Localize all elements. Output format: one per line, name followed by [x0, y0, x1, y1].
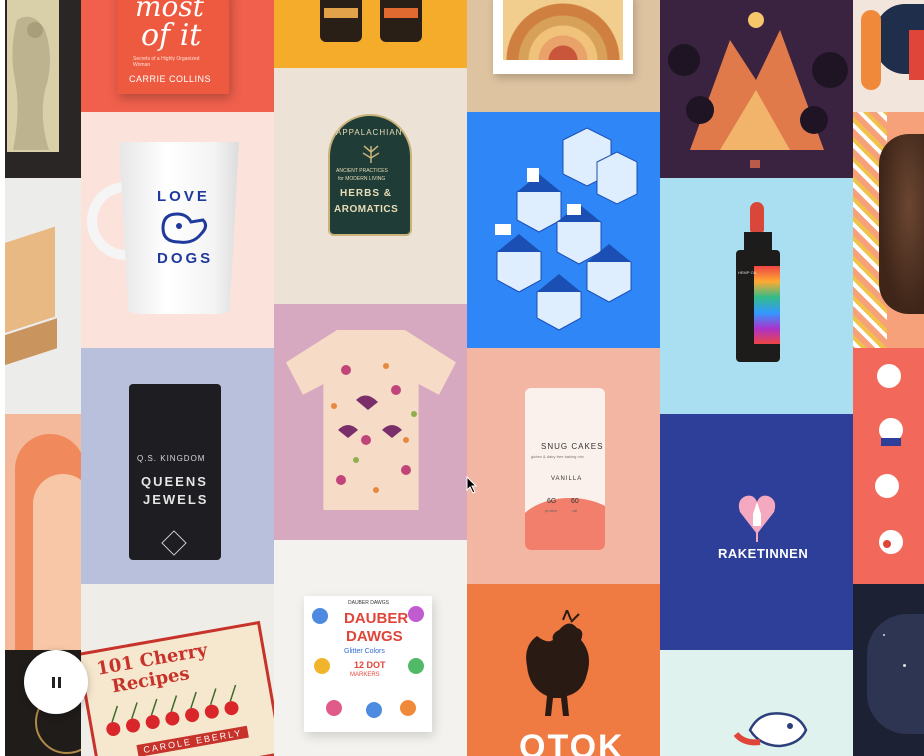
night-landscape-tile[interactable]	[660, 0, 853, 178]
gallery-column-1	[5, 0, 81, 756]
pouch-flavor: VANILLA	[551, 476, 583, 482]
mug-text-line2: DOGS	[157, 250, 214, 267]
pouch-stat1-label: protein	[545, 508, 558, 513]
heart-rocket-icon	[738, 495, 776, 542]
otok-tile[interactable]: OTOK	[467, 584, 660, 756]
pause-icon	[51, 676, 61, 688]
raketinnen-tile[interactable]: RAKETINNEN	[660, 414, 853, 650]
image-icon	[567, 204, 581, 215]
box-packaging-tile[interactable]	[5, 178, 81, 414]
framed-art	[493, 0, 633, 74]
book-author: CARRIE COLLINS	[129, 74, 212, 84]
mug-tile[interactable]: LOVE DOGS	[81, 112, 274, 348]
otok-name: OTOK	[519, 728, 625, 756]
badge-main-line1: HERBS &	[340, 188, 393, 199]
coffee-line2: JEWELS	[143, 492, 209, 507]
angel-statue-tile[interactable]	[5, 0, 81, 178]
gallery-column-6	[853, 0, 924, 756]
peach-arch-tile[interactable]	[5, 414, 81, 650]
book-subtitle: Secrets of a Highly Organized Woman	[133, 56, 200, 68]
crayons-box: DAUBER DAWGS DAUBER DAWGS Glitter Colors…	[304, 596, 432, 732]
dog-face-icon	[161, 212, 208, 244]
floral-tshirt-tile[interactable]	[274, 304, 467, 540]
angel-statue-image	[12, 16, 50, 150]
flying-dog-icon	[733, 712, 808, 748]
coffee-line1: QUEENS	[141, 474, 208, 489]
dog-mascot-tile[interactable]	[660, 650, 853, 756]
doodle-dogs	[312, 606, 424, 718]
mouse-cursor-icon	[466, 476, 478, 494]
book-title-line2: of it	[141, 18, 202, 53]
recipe-box: 101 Cherry Recipes CAROLE EBERLY	[81, 620, 274, 756]
pouch-stat1: 6G	[547, 498, 557, 505]
snug-cakes-tile[interactable]: SNUG CAKES gluten & dairy free baking mi…	[467, 348, 660, 584]
badge-sub-line1: ANCIENT PRACTICES	[336, 168, 388, 174]
landscape-illustration	[668, 12, 848, 168]
starry-night-tile[interactable]	[853, 584, 924, 756]
portfolio-gallery: most of it Secrets of a Highly Organized…	[0, 0, 924, 756]
rooster-icon	[526, 610, 589, 716]
chat-icon	[495, 224, 511, 235]
pouch-stat2: 60	[571, 498, 579, 505]
snug-cakes-pouch: SNUG CAKES gluten & dairy free baking mi…	[525, 388, 605, 550]
dropper-bottle: HEMP OIL	[736, 202, 780, 362]
mug-text-line1: LOVE	[157, 188, 210, 205]
coffee-brand: Q.S. KINGDOM	[137, 454, 206, 463]
portrait-face	[879, 134, 924, 314]
pouch-brand: SNUG CAKES	[541, 442, 604, 451]
gallery-column-5: HEMP OIL RAKETINNEN	[660, 0, 853, 756]
coffee-bag-tile[interactable]: Q.S. KINGDOM QUEENS JEWELS	[81, 348, 274, 584]
portrait-tile[interactable]	[853, 112, 924, 348]
diamond-icon	[161, 530, 187, 556]
badge-arc-text: APPALACHIAN	[336, 128, 403, 137]
bear-stickers-tile[interactable]	[853, 348, 924, 584]
gallery-column-4: SNUG CAKES gluten & dairy free baking mi…	[467, 0, 660, 756]
isometric-city-illustration	[495, 127, 638, 331]
gallery-column-3: APPALACHIAN ANCIENT PRACTICES for MODERN…	[274, 0, 467, 756]
bottle-label: HEMP OIL	[738, 270, 758, 275]
pouch-tagline: gluten & dairy free baking mix	[531, 454, 584, 459]
gallery-column-2: most of it Secrets of a Highly Organized…	[81, 0, 274, 756]
floral-pattern	[331, 363, 417, 493]
pouch-stat2-label: cal	[572, 508, 578, 513]
book-cover-tile[interactable]: most of it Secrets of a Highly Organized…	[81, 0, 274, 112]
crayons-box-tile[interactable]: DAUBER DAWGS DAUBER DAWGS Glitter Colors…	[274, 540, 467, 756]
book-cover: most of it Secrets of a Highly Organized…	[117, 0, 229, 94]
bottles-tile[interactable]	[274, 0, 467, 68]
bear-stickers	[875, 364, 903, 554]
badge-sub-line2: for MODERN LIVING	[338, 176, 386, 182]
badge-main-line2: AROMATICS	[334, 204, 399, 215]
coffee-bag: Q.S. KINGDOM QUEENS JEWELS	[129, 384, 221, 560]
herb-sprig-icon	[362, 145, 380, 163]
appalachian-badge-tile[interactable]: APPALACHIAN ANCIENT PRACTICES for MODERN…	[274, 68, 467, 304]
appalachian-badge: APPALACHIAN ANCIENT PRACTICES for MODERN…	[328, 114, 412, 236]
raketinnen-name: RAKETINNEN	[718, 546, 809, 561]
isometric-city-tile[interactable]	[467, 112, 660, 348]
pause-button[interactable]	[24, 650, 88, 714]
cherry-recipes-tile[interactable]: 101 Cherry Recipes CAROLE EBERLY	[81, 584, 274, 756]
abstract-shapes-tile[interactable]	[853, 0, 924, 112]
document-icon	[527, 168, 539, 182]
dropper-bottle-tile[interactable]: HEMP OIL	[660, 178, 853, 414]
framed-art-tile[interactable]	[467, 0, 660, 112]
